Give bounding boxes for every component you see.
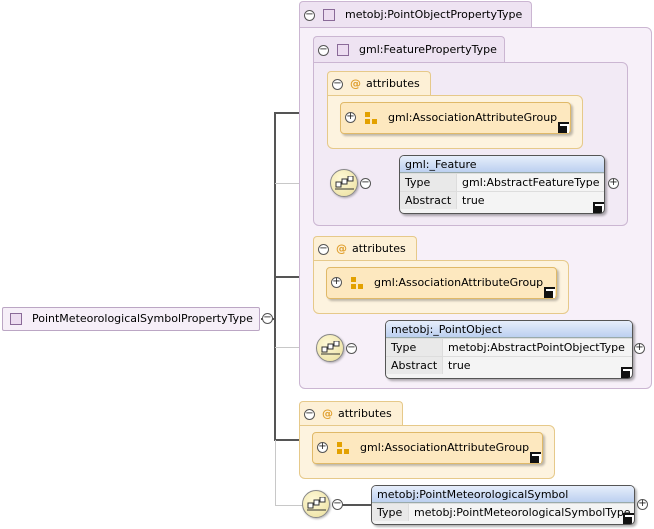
attribute-group-expand-toggle-1[interactable]: + bbox=[345, 112, 356, 123]
inner-type-label: gml:FeaturePropertyType bbox=[359, 43, 497, 56]
sequence-compositor-icon[interactable] bbox=[330, 169, 358, 197]
element-name: metobj:_PointObject bbox=[386, 321, 632, 338]
element-row: Type gml:AbstractFeatureType bbox=[400, 173, 604, 191]
element-expand-toggle-feature[interactable]: + bbox=[608, 178, 619, 189]
attribute-at-icon: @ bbox=[336, 242, 347, 255]
attributes-label-3: attributes bbox=[338, 407, 392, 420]
outer-type-collapse-toggle[interactable]: − bbox=[304, 10, 315, 21]
element-row-key: Type bbox=[372, 504, 409, 521]
attribute-group-expand-toggle-3[interactable]: + bbox=[317, 442, 328, 453]
attributes-collapse-toggle-1[interactable]: − bbox=[332, 79, 343, 90]
element-name: gml:_Feature bbox=[400, 156, 604, 173]
attributes-tab-2[interactable]: − @ attributes bbox=[313, 236, 417, 261]
attribute-group-icon bbox=[337, 442, 350, 455]
attribute-at-icon: @ bbox=[350, 77, 361, 90]
outer-type-tab[interactable]: − metobj:PointObjectPropertyType bbox=[299, 1, 532, 28]
element-row-value: metobj:AbstractPointObjectType bbox=[448, 341, 625, 354]
sequence-collapse-toggle-2[interactable]: − bbox=[346, 343, 357, 354]
root-type-node[interactable]: PointMeteorologicalSymbolPropertyType bbox=[2, 307, 260, 331]
element-row-key: Abstract bbox=[386, 357, 443, 374]
attributes-tab-1[interactable]: − @ attributes bbox=[327, 71, 431, 96]
attributes-tab-3[interactable]: − @ attributes bbox=[299, 401, 403, 426]
attributes-label-2: attributes bbox=[352, 242, 406, 255]
element-row-value: gml:AbstractFeatureType bbox=[462, 176, 600, 189]
attributes-label-1: attributes bbox=[366, 77, 420, 90]
element-row: Type metobj:AbstractPointObjectType bbox=[386, 338, 632, 356]
outer-type-label: metobj:PointObjectPropertyType bbox=[345, 8, 523, 21]
sequence-compositor-icon[interactable] bbox=[316, 334, 344, 362]
sequence-collapse-toggle-3[interactable]: − bbox=[332, 499, 343, 510]
element-row-value: true bbox=[462, 194, 485, 207]
attributes-collapse-toggle-3[interactable]: − bbox=[304, 409, 315, 420]
complex-type-icon bbox=[10, 313, 22, 325]
element-row-key: Type bbox=[400, 174, 457, 191]
complex-type-icon bbox=[323, 9, 335, 21]
attribute-group-icon bbox=[351, 277, 364, 290]
attribute-group-label-3: gml:AssociationAttributeGroup bbox=[360, 441, 530, 454]
attributes-collapse-toggle-2[interactable]: − bbox=[318, 244, 329, 255]
link-arrow-icon[interactable] bbox=[558, 122, 569, 133]
complex-type-icon bbox=[337, 44, 349, 56]
element-row: Abstract true bbox=[400, 191, 604, 209]
attribute-group-3[interactable]: + gml:AssociationAttributeGroup bbox=[312, 432, 543, 464]
element-gml-feature[interactable]: gml:_Feature Type gml:AbstractFeatureTyp… bbox=[399, 155, 605, 214]
attribute-group-label-2: gml:AssociationAttributeGroup bbox=[374, 276, 544, 289]
root-type-label: PointMeteorologicalSymbolPropertyType bbox=[32, 312, 253, 325]
attribute-group-icon bbox=[365, 112, 378, 125]
element-row: Type metobj:PointMeteorologicalSymbolTyp… bbox=[372, 503, 634, 521]
link-arrow-icon[interactable] bbox=[544, 287, 555, 298]
element-row-value: true bbox=[448, 359, 471, 372]
link-arrow-icon[interactable] bbox=[621, 367, 632, 378]
inner-type-tab[interactable]: − gml:FeaturePropertyType bbox=[313, 36, 505, 63]
element-row-value: metobj:PointMeteorologicalSymbolType bbox=[414, 506, 631, 519]
root-collapse-toggle[interactable]: − bbox=[262, 313, 273, 324]
element-point-object[interactable]: metobj:_PointObject Type metobj:Abstract… bbox=[385, 320, 633, 379]
element-expand-toggle-met-symbol[interactable]: + bbox=[637, 499, 648, 510]
sequence-collapse-toggle-1[interactable]: − bbox=[360, 178, 371, 189]
sequence-compositor-icon[interactable] bbox=[302, 490, 330, 518]
attribute-at-icon: @ bbox=[322, 407, 333, 420]
element-row-key: Abstract bbox=[400, 192, 457, 209]
attribute-group-2[interactable]: + gml:AssociationAttributeGroup bbox=[326, 267, 557, 299]
element-point-meteorological-symbol[interactable]: metobj:PointMeteorologicalSymbol Type me… bbox=[371, 485, 635, 525]
attribute-group-label-1: gml:AssociationAttributeGroup bbox=[388, 111, 558, 124]
element-expand-toggle-point-object[interactable]: + bbox=[634, 343, 645, 354]
link-arrow-icon[interactable] bbox=[530, 452, 541, 463]
link-arrow-icon[interactable] bbox=[623, 513, 634, 524]
element-row: Abstract true bbox=[386, 356, 632, 374]
element-name: metobj:PointMeteorologicalSymbol bbox=[372, 486, 634, 503]
element-row-key: Type bbox=[386, 339, 443, 356]
attribute-group-expand-toggle-2[interactable]: + bbox=[331, 277, 342, 288]
link-arrow-icon[interactable] bbox=[593, 202, 604, 213]
attribute-group-1[interactable]: + gml:AssociationAttributeGroup bbox=[340, 102, 571, 134]
inner-type-collapse-toggle[interactable]: − bbox=[318, 45, 329, 56]
